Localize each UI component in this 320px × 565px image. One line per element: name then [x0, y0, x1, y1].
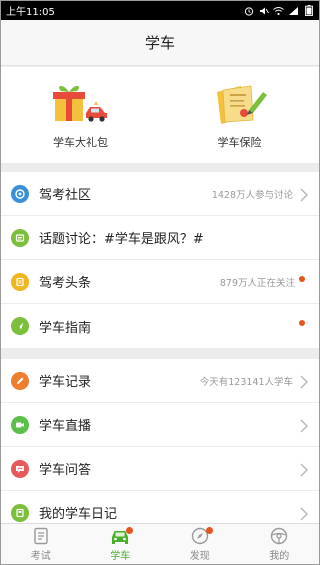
section-divider [1, 163, 319, 172]
list-item-label: 话题讨论：#学车是跟风？# [39, 232, 204, 247]
page-title: 学车 [144, 34, 175, 52]
tab-label: 发现 [189, 551, 210, 562]
signal-icon [288, 5, 299, 16]
gift-pack-button[interactable]: 学车大礼包 [1, 67, 160, 163]
tab-label: 我的 [269, 551, 290, 562]
list-item-driving-guide[interactable]: 学车指南 [1, 304, 319, 348]
promo-section: 学车大礼包 学车保险 [1, 67, 319, 163]
list-item-label: 学车问答 [39, 463, 92, 478]
list-item-learning-live[interactable]: 学车直播 [1, 403, 319, 447]
qa-icon [11, 459, 29, 478]
list-item-driving-headlines[interactable]: 驾考头条 879万人正在关注 [1, 260, 319, 304]
community-list: 驾考社区 1428万人参与讨论 话题讨论：#学车是跟风？# 驾考头条 879万人… [1, 172, 319, 348]
status-time: 上午11:05 [6, 7, 55, 18]
new-badge-dot [299, 276, 305, 282]
insurance-document-icon [211, 80, 269, 124]
gift-pack-label: 学车大礼包 [53, 136, 108, 149]
steering-wheel-icon [268, 526, 290, 546]
tab-exam[interactable]: 考试 [1, 524, 81, 564]
section-divider [1, 348, 319, 359]
record-icon [11, 371, 29, 390]
battery-icon [303, 5, 314, 16]
exam-icon [30, 526, 52, 546]
tab-label: 学车 [110, 551, 131, 562]
list-item-label: 我的学车日记 [39, 507, 118, 522]
topic-icon [11, 228, 29, 247]
list-item-driving-community[interactable]: 驾考社区 1428万人参与讨论 [1, 172, 319, 216]
list-item-meta: 879万人正在关注 [219, 277, 295, 289]
chevron-right-icon [299, 506, 309, 520]
mute-icon [258, 5, 269, 16]
wifi-icon [273, 5, 284, 16]
list-item-topic-discussion[interactable]: 话题讨论：#学车是跟风？# [1, 216, 319, 260]
insurance-button[interactable]: 学车保险 [160, 67, 319, 163]
tab-badge-dot [126, 527, 134, 534]
list-item-meta: 1428万人参与讨论 [211, 189, 293, 201]
insurance-label: 学车保险 [217, 136, 262, 149]
tab-label: 考试 [30, 551, 51, 562]
list-item-learning-record[interactable]: 学车记录 今天有123141人学车 [1, 359, 319, 403]
learning-list: 学车记录 今天有123141人学车 学车直播 学车问答 我的学车日记 [1, 359, 319, 535]
new-badge-dot [299, 320, 305, 326]
tab-mine[interactable]: 我的 [240, 524, 320, 564]
list-item-label: 学车直播 [39, 419, 92, 434]
chevron-right-icon [299, 187, 309, 201]
list-item-meta: 今天有123141人学车 [199, 376, 293, 388]
tab-learn-driving[interactable]: 学车 [81, 524, 161, 564]
bottom-tab-bar: 考试 学车 发现 我的 [1, 523, 319, 564]
diary-icon [11, 503, 29, 522]
live-icon [11, 415, 29, 434]
list-item-label: 驾考头条 [39, 276, 92, 291]
chevron-right-icon [299, 462, 309, 476]
chevron-right-icon [299, 418, 309, 432]
headline-icon [11, 272, 29, 291]
page-header: 学车 [1, 20, 319, 66]
status-bar: 上午11:05 [1, 1, 319, 20]
list-item-label: 学车记录 [39, 375, 92, 390]
guide-icon [11, 317, 29, 335]
alarm-icon [243, 5, 254, 16]
status-icons [243, 5, 314, 16]
list-item-label: 驾考社区 [39, 188, 92, 203]
tab-badge-dot [205, 527, 213, 534]
tab-discover[interactable]: 发现 [160, 524, 240, 564]
list-item-learning-qa[interactable]: 学车问答 [1, 447, 319, 491]
community-icon [11, 184, 29, 203]
chevron-right-icon [299, 374, 309, 388]
gift-car-icon [52, 80, 110, 124]
list-item-label: 学车指南 [39, 320, 92, 336]
app-frame: 上午11:05 学车 学车大礼包 学车保险 驾考社区 1428万人参与讨论 话题… [0, 0, 320, 565]
